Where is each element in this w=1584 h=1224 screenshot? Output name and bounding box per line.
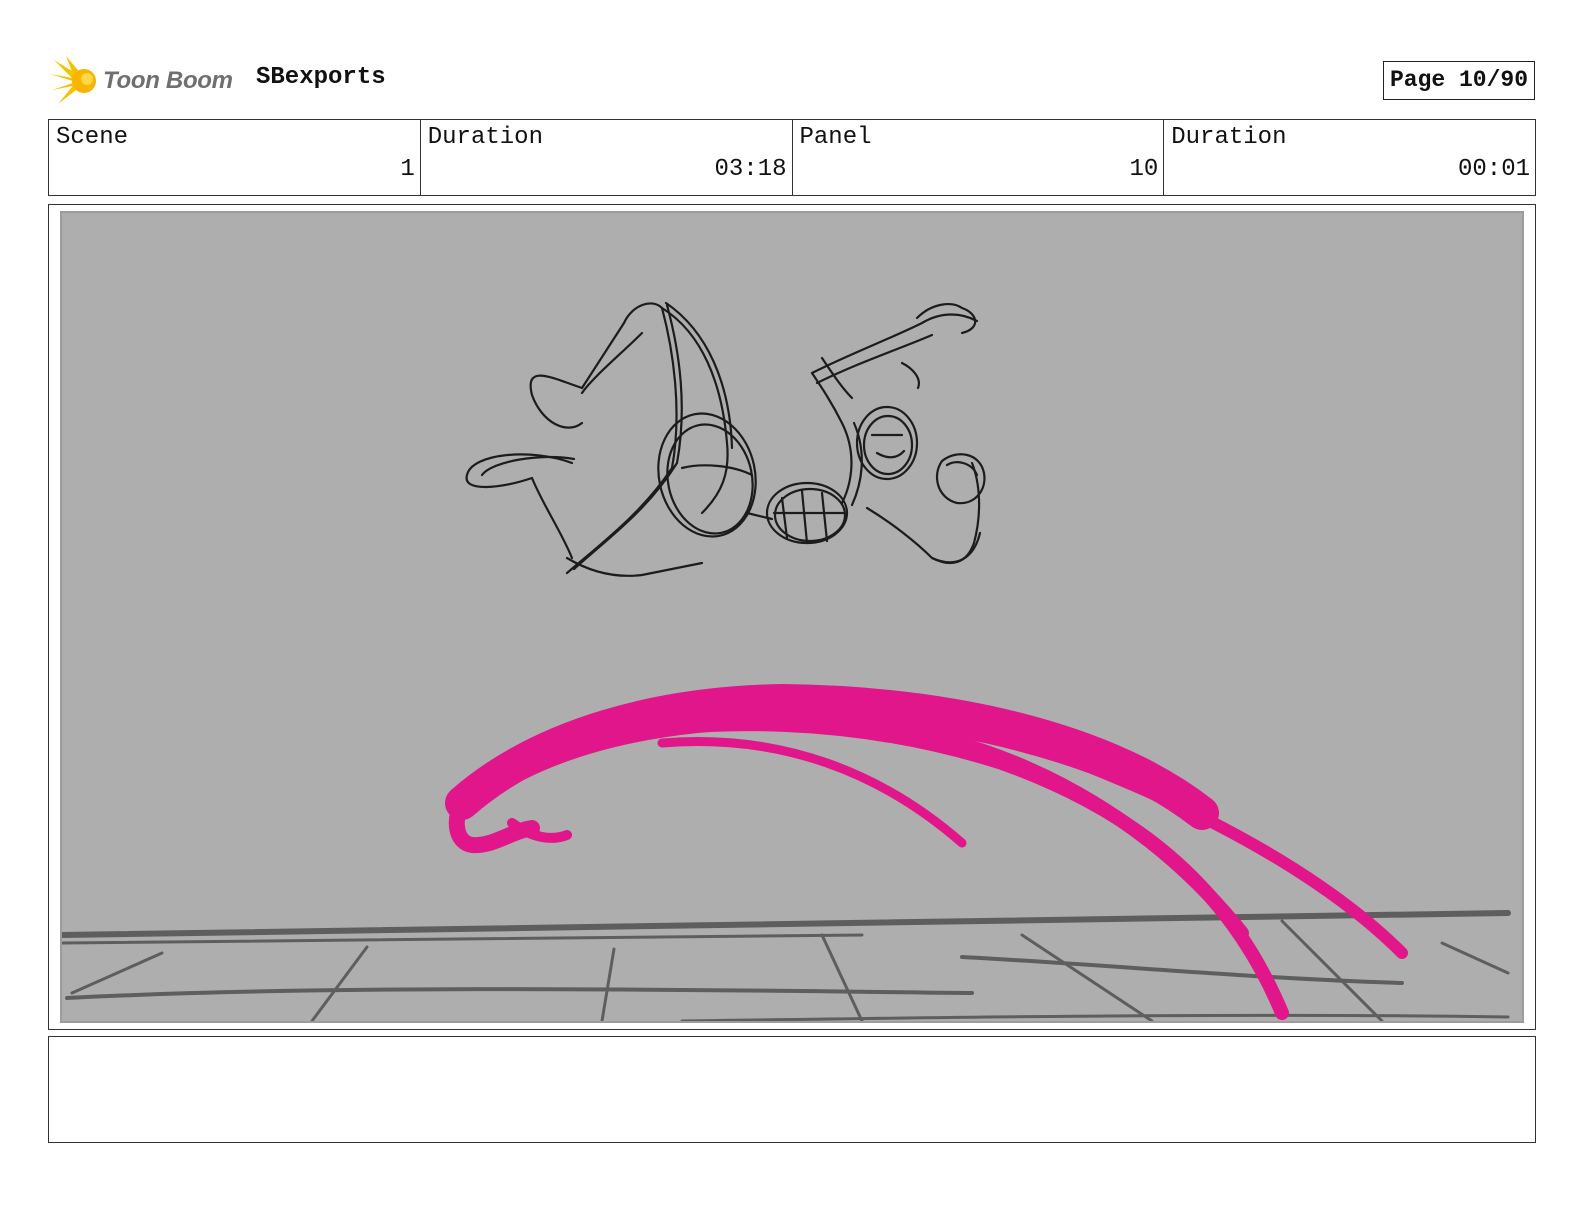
toon-boom-logo-icon	[50, 56, 96, 104]
panel-duration-label: Duration	[1171, 124, 1287, 151]
scene-cell: Scene 1	[49, 120, 421, 195]
scene-duration-cell: Duration 03:18	[421, 120, 793, 195]
scene-value: 1	[400, 156, 415, 183]
storyboard-panel-image	[60, 211, 1524, 1023]
panel-value: 10	[1129, 156, 1159, 183]
toon-boom-logo: Toon Boom	[50, 56, 240, 108]
panel-info-table: Scene 1 Duration 03:18 Panel 10 Duration…	[48, 119, 1536, 196]
panel-notes	[48, 1036, 1536, 1143]
logo-wordmark: Toon Boom	[103, 67, 233, 94]
panel-duration-cell: Duration 00:01	[1164, 120, 1535, 195]
panel-duration-value: 00:01	[1457, 156, 1530, 183]
character-sketch	[465, 301, 986, 577]
motion-streaks	[445, 684, 1408, 1020]
scene-duration-label: Duration	[427, 124, 543, 151]
scene-duration-value: 03:18	[714, 156, 787, 183]
panel-label: Panel	[799, 124, 872, 151]
page-number: Page 10/90	[1383, 61, 1535, 100]
panel-frame	[48, 204, 1536, 1030]
project-name: SBexports	[256, 64, 386, 91]
scene-label: Scene	[56, 124, 129, 151]
floor-grid	[62, 910, 1511, 1021]
panel-drawing	[62, 301, 1511, 1021]
page-header: Toon Boom SBexports Page 10/90	[0, 0, 1584, 118]
panel-cell: Panel 10	[793, 120, 1165, 195]
